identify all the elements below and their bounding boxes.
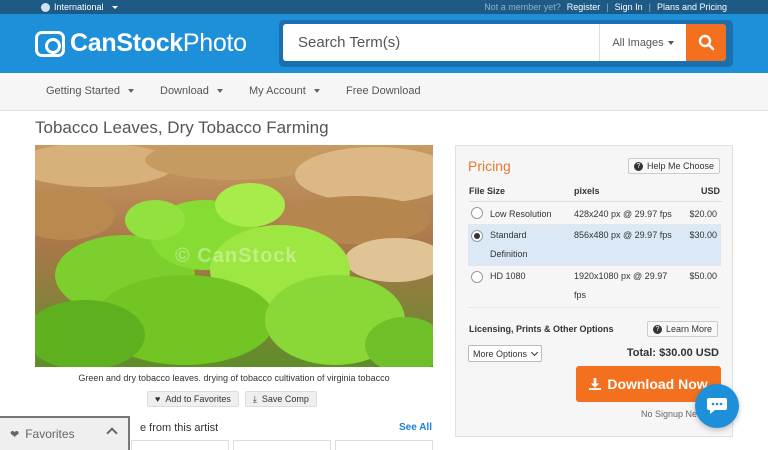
sign-in-link[interactable]: Sign In: [615, 2, 643, 12]
caret-down-icon: [111, 5, 118, 9]
option-pixels: 428x240 px @ 29.97 fps: [574, 209, 672, 219]
search-bar: All Images: [279, 20, 733, 67]
logo-light-text: Photo: [182, 29, 247, 57]
chat-icon: [707, 398, 727, 414]
nav-label: My Account: [249, 85, 306, 97]
thumbnail[interactable]: [233, 440, 331, 450]
filter-label: All Images: [612, 36, 664, 49]
download-icon: [589, 378, 602, 390]
search-icon: [698, 34, 714, 51]
plans-link[interactable]: Plans and Pricing: [657, 2, 727, 12]
price-option-standard-definition[interactable]: Standard Definition 856x480 px @ 29.97 f…: [468, 225, 721, 266]
option-price: $30.00: [689, 230, 717, 240]
option-size: Low Resolution: [490, 209, 552, 219]
price-option-hd-1080[interactable]: HD 1080 1920x1080 px @ 29.97 fps $50.00: [468, 266, 721, 308]
pricing-table-header: File Size pixels USD: [469, 186, 722, 202]
divider: |: [648, 2, 651, 12]
question-icon: ?: [633, 161, 643, 171]
chevron-up-icon[interactable]: [106, 427, 118, 439]
thumbnail[interactable]: [335, 440, 433, 450]
radio-button[interactable]: [471, 271, 483, 283]
learn-more-label: Learn More: [665, 324, 712, 334]
pricing-panel: Pricing ? Help Me Choose File Size pixel…: [455, 145, 733, 437]
question-icon: ?: [652, 324, 662, 334]
more-from-artist-heading: e from this artist: [140, 422, 219, 434]
image-type-filter[interactable]: All Images: [599, 24, 686, 61]
col-usd: USD: [700, 186, 720, 196]
col-file-size: File Size: [469, 186, 506, 196]
image-actions: ♥ Add to Favorites ⤓ Save Comp: [147, 391, 317, 407]
search-input[interactable]: [283, 24, 599, 61]
chat-button[interactable]: [695, 384, 739, 428]
option-pixels: 856x480 px @ 29.97 fps: [574, 230, 672, 240]
no-signup-note: No Signup Ne: [641, 409, 698, 419]
option-size: Standard Definition: [490, 230, 528, 259]
radio-button[interactable]: [471, 230, 483, 242]
image-caption: Green and dry tobacco leaves. drying of …: [78, 373, 390, 383]
learn-more-button[interactable]: ? Learn More: [646, 321, 718, 337]
thumbnail[interactable]: [131, 440, 229, 450]
licensing-heading: Licensing, Prints & Other Options: [469, 324, 614, 334]
artist-thumbnails: [131, 440, 433, 450]
more-options-label: More Options: [473, 348, 528, 359]
add-to-favorites-button[interactable]: ♥ Add to Favorites: [147, 391, 239, 407]
option-price: $50.00: [689, 271, 717, 281]
site-logo[interactable]: CanStockPhoto: [35, 29, 247, 58]
caret-down-icon: [313, 89, 320, 93]
main-nav: Getting Started Download My Account Free…: [0, 73, 768, 111]
price-option-low-resolution[interactable]: Low Resolution 428x240 px @ 29.97 fps $2…: [468, 203, 721, 225]
caret-down-icon: [667, 40, 674, 45]
top-strip: International Not a member yet? Register…: [0, 0, 768, 14]
caret-down-icon: [216, 89, 223, 93]
option-size: HD 1080: [490, 271, 526, 281]
nav-getting-started[interactable]: Getting Started: [46, 85, 134, 97]
add-favorites-label: Add to Favorites: [165, 394, 231, 404]
total-price: Total: $30.00 USD: [626, 347, 719, 359]
divider: |: [606, 2, 609, 12]
chevron-down-icon: [530, 348, 539, 356]
save-comp-button[interactable]: ⤓ Save Comp: [244, 391, 317, 407]
nav-free-download[interactable]: Free Download: [346, 85, 421, 97]
option-pixels: 1920x1080 px @ 29.97 fps: [574, 271, 668, 300]
download-icon: ⤓: [252, 393, 257, 404]
see-all-link[interactable]: See All: [399, 422, 432, 433]
logo-bold-text: CanStock: [70, 29, 183, 57]
favorites-label: Favorites: [25, 427, 75, 441]
site-header: CanStockPhoto All Images: [0, 14, 768, 73]
heart-icon: ❤: [10, 428, 20, 441]
col-pixels: pixels: [574, 186, 600, 196]
search-button[interactable]: [686, 24, 726, 61]
nav-download[interactable]: Download: [160, 85, 223, 97]
stock-video-preview[interactable]: © CanStock: [35, 145, 433, 367]
pricing-title: Pricing: [468, 158, 511, 174]
not-member-text: Not a member yet?: [484, 2, 561, 12]
region-selector[interactable]: International: [41, 2, 118, 12]
option-price: $20.00: [689, 209, 717, 219]
globe-icon: [41, 2, 50, 12]
camera-icon: [35, 30, 65, 57]
register-link[interactable]: Register: [567, 2, 601, 12]
save-comp-label: Save Comp: [261, 394, 309, 404]
radio-button[interactable]: [471, 207, 483, 219]
nav-label: Free Download: [346, 85, 421, 97]
heart-icon: ♥: [155, 394, 161, 404]
nav-label: Getting Started: [46, 85, 120, 97]
nav-my-account[interactable]: My Account: [249, 85, 320, 97]
more-options-dropdown[interactable]: More Options: [468, 345, 543, 362]
page-title: Tobacco Leaves, Dry Tobacco Farming: [35, 118, 329, 137]
region-label: International: [54, 2, 104, 12]
help-me-choose-button[interactable]: ? Help Me Choose: [627, 158, 720, 174]
nav-label: Download: [160, 85, 209, 97]
watermark: © CanStock: [175, 245, 298, 267]
download-now-label: Download Now: [607, 376, 708, 392]
favorites-bar[interactable]: ❤ Favorites: [0, 416, 130, 450]
account-links: Not a member yet? Register | Sign In | P…: [484, 2, 727, 12]
help-label: Help Me Choose: [646, 161, 714, 171]
caret-down-icon: [128, 89, 134, 93]
